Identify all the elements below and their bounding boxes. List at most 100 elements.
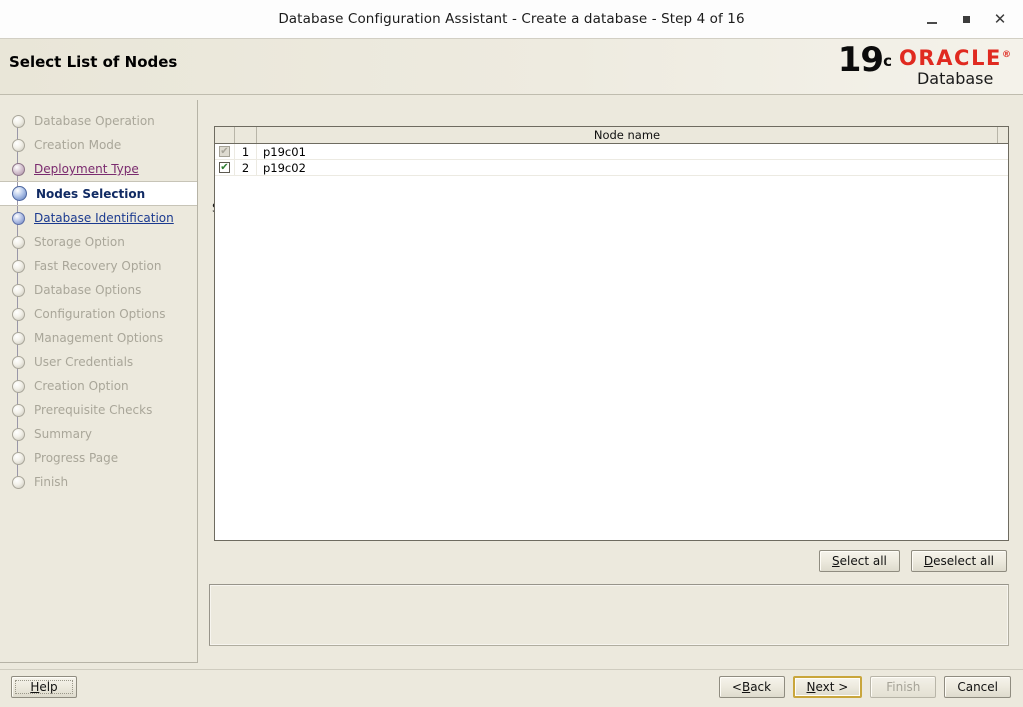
step-bullet-icon: [12, 403, 25, 417]
node-checkbox-cell[interactable]: ✔: [215, 160, 235, 175]
sidebar-item-database-identification[interactable]: Database Identification: [0, 206, 197, 230]
back-prefix: <: [731, 680, 742, 694]
sidebar-item-fast-recovery-option: Fast Recovery Option: [0, 254, 197, 278]
step-bullet-icon: [12, 235, 25, 249]
sidebar-item-label: Storage Option: [34, 235, 125, 249]
window-title: Database Configuration Assistant - Creat…: [278, 11, 745, 27]
help-mnemonic: H: [30, 680, 40, 694]
step-bullet-icon: [12, 451, 25, 465]
table-body: ✔ 1 p19c01 ✔ 2 p19c02: [215, 144, 1008, 176]
sidebar-item-label: Progress Page: [34, 451, 119, 465]
selection-buttons: Select all Deselect all: [819, 550, 1007, 572]
window-controls: ✕: [915, 0, 1017, 38]
logo-product: Database: [916, 69, 994, 88]
close-button[interactable]: ✕: [983, 4, 1017, 34]
sidebar-item-label: Configuration Options: [34, 307, 166, 321]
cancel-button[interactable]: Cancel: [944, 676, 1011, 698]
sidebar-item-creation-mode: Creation Mode: [0, 133, 197, 157]
sidebar-item-label: Creation Mode: [34, 138, 122, 152]
sidebar-item-progress-page: Progress Page: [0, 446, 197, 470]
sidebar-item-label: Fast Recovery Option: [34, 259, 162, 273]
finish-button: Finish: [870, 676, 937, 698]
next-button[interactable]: Next >: [792, 676, 863, 698]
logo-version: 19: [837, 40, 884, 80]
sidebar-item-management-options: Management Options: [0, 326, 197, 350]
minimize-button[interactable]: [915, 4, 949, 34]
table-row[interactable]: ✔ 1 p19c01: [215, 144, 1008, 160]
step-bullet-icon: [12, 162, 25, 176]
next-mnemonic: N: [806, 680, 816, 694]
step-bullet-icon: [12, 307, 25, 321]
sidebar-item-label: Summary: [34, 427, 92, 441]
back-label: ack: [750, 680, 772, 694]
logo-brand-text: ORACLE: [898, 46, 1002, 70]
sidebar-item-label: Creation Option: [34, 379, 129, 393]
deselect-all-mnemonic: D: [923, 554, 934, 568]
sidebar-item-label: Finish: [34, 475, 69, 489]
wizard-steps-sidebar: Database Operation Creation Mode Deploymen…: [0, 100, 198, 663]
node-list-table: Node name ✔ 1 p19c01 ✔ 2 p19c02: [214, 126, 1009, 541]
minimize-icon: [927, 21, 937, 24]
select-all-mnemonic: S: [832, 554, 840, 568]
table-row[interactable]: ✔ 2 p19c02: [215, 160, 1008, 176]
node-checkbox: ✔: [219, 145, 230, 157]
select-all-label: elect all: [839, 554, 887, 568]
page-title: Select List of Nodes: [9, 53, 178, 71]
sidebar-item-database-options: Database Options: [0, 278, 197, 302]
table-header-index[interactable]: [235, 127, 257, 143]
message-panel-text: [210, 585, 1008, 645]
table-header-corner: [997, 127, 1008, 143]
sidebar-item-nodes-selection[interactable]: Nodes Selection: [0, 181, 197, 206]
finish-label: Finish: [886, 680, 921, 694]
sidebar-item-deployment-type[interactable]: Deployment Type: [0, 157, 197, 181]
footer-button-bar: Help < Back Next > Finish Cancel: [0, 669, 1023, 707]
help-button[interactable]: Help: [11, 676, 77, 698]
deselect-all-button[interactable]: Deselect all: [910, 550, 1007, 572]
sidebar-item-user-credentials: User Credentials: [0, 350, 197, 374]
sidebar-item-database-operation: Database Operation: [0, 109, 197, 133]
node-name-cell: p19c01: [263, 144, 306, 159]
maximize-button[interactable]: [949, 4, 983, 34]
oracle-database-logo: 19c ORACLE® Database: [838, 43, 1011, 88]
content-area: Database Operation Creation Mode Deploymen…: [0, 95, 1023, 669]
node-checkbox-cell: ✔: [215, 144, 235, 159]
step-bullet-icon: [12, 427, 25, 441]
maximize-icon: [962, 15, 970, 23]
table-header-node-name[interactable]: Node name: [257, 127, 997, 143]
table-header-row: Node name: [215, 127, 1008, 144]
sidebar-item-label: Prerequisite Checks: [34, 403, 153, 417]
step-bullet-icon: [12, 355, 25, 369]
sidebar-item-label: Database Operation: [34, 114, 155, 128]
page-header: Select List of Nodes 19c ORACLE® Databas…: [0, 39, 1023, 95]
step-bullet-icon: [12, 331, 25, 345]
row-index: 2: [235, 160, 257, 175]
select-all-button[interactable]: Select all: [819, 550, 900, 572]
help-label: elp: [39, 680, 58, 694]
next-label: ext >: [815, 680, 849, 694]
cancel-label: Cancel: [957, 680, 998, 694]
step-bullet-icon: [12, 186, 27, 201]
step-bullet-icon: [12, 379, 25, 393]
table-header-checkbox[interactable]: [215, 127, 235, 143]
logo-brand: ORACLE®: [899, 45, 1011, 69]
node-name-cell: p19c02: [263, 160, 306, 175]
back-button[interactable]: < Back: [718, 676, 785, 698]
footer-left-buttons: Help: [11, 676, 77, 698]
step-bullet-icon: [12, 138, 25, 152]
step-bullet-icon: [12, 475, 25, 489]
message-panel: [209, 584, 1009, 646]
sidebar-item-label: Database Identification: [34, 211, 174, 225]
logo-registered-mark: ®: [1002, 50, 1011, 60]
sidebar-item-label: Database Options: [34, 283, 142, 297]
footer-right-buttons: < Back Next > Finish Cancel: [718, 676, 1011, 698]
sidebar-item-storage-option: Storage Option: [0, 230, 197, 254]
deselect-all-label: eselect all: [933, 554, 994, 568]
sidebar-item-summary: Summary: [0, 422, 197, 446]
sidebar-item-label: Nodes Selection: [36, 186, 146, 201]
close-icon: ✕: [993, 9, 1007, 28]
step-bullet-icon: [12, 114, 25, 128]
step-bullet-icon: [12, 283, 25, 297]
node-checkbox[interactable]: ✔: [219, 162, 230, 173]
sidebar-item-prerequisite-checks: Prerequisite Checks: [0, 398, 197, 422]
sidebar-item-label: Management Options: [34, 331, 164, 345]
